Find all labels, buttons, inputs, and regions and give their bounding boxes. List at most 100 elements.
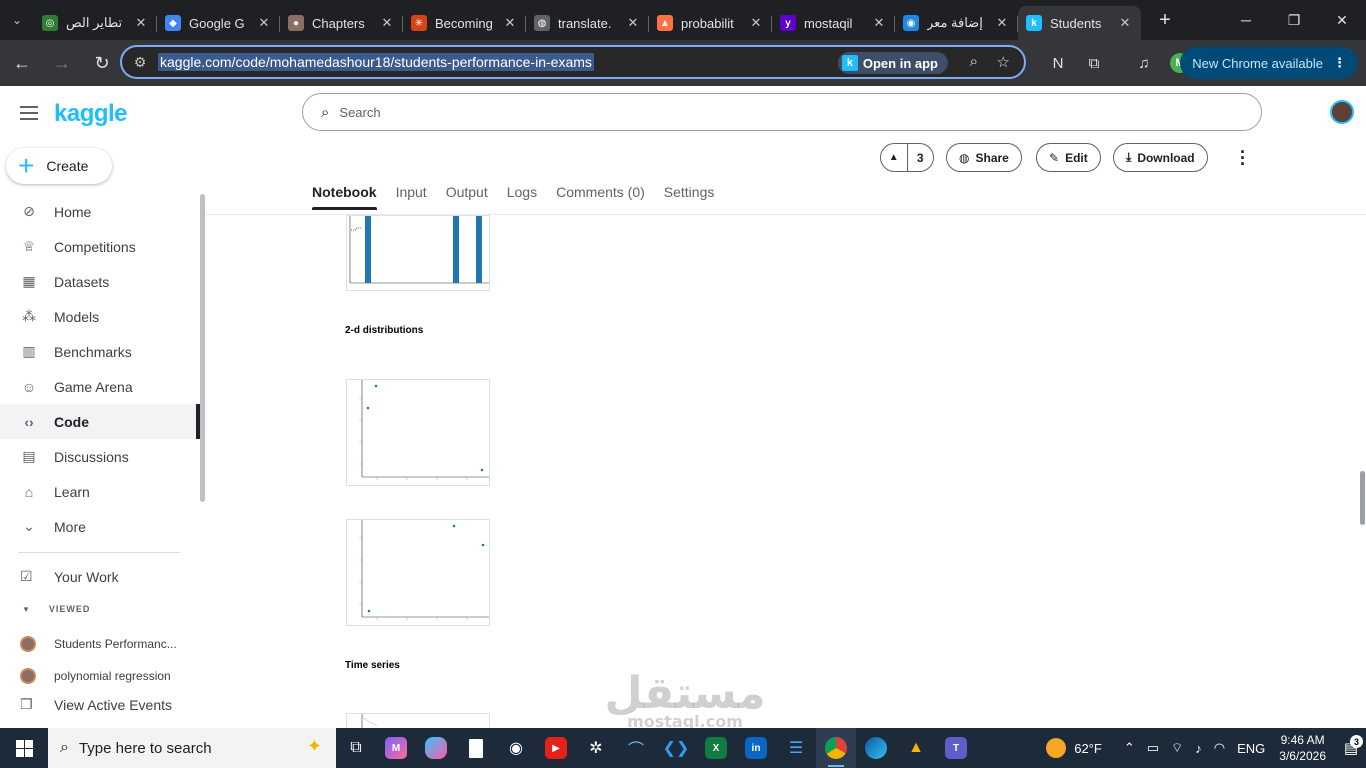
notion-extension-icon[interactable]: N: [1040, 45, 1076, 81]
file-icon[interactable]: [456, 728, 496, 768]
new-chrome-available-button[interactable]: New Chrome available ⋮: [1180, 47, 1358, 79]
more-options-icon[interactable]: · · ·: [1240, 143, 1246, 173]
tab-search-icon[interactable]: ⌄: [0, 0, 34, 40]
weather-widget[interactable]: 62°F: [1046, 738, 1102, 758]
wifi-icon[interactable]: ◠: [1214, 740, 1225, 756]
address-bar[interactable]: ⚙ kaggle.com/code/mohamedashour18/studen…: [120, 45, 1026, 79]
m365-app-icon[interactable]: M: [376, 728, 416, 768]
browser-tab[interactable]: ✳ Becoming ✕: [403, 6, 526, 40]
close-tab-icon[interactable]: ✕: [256, 15, 272, 31]
close-tab-icon[interactable]: ✕: [1117, 15, 1133, 31]
sidebar-item-models[interactable]: ⁂ Models: [0, 299, 200, 334]
download-button[interactable]: ⤓ Download: [1113, 143, 1208, 172]
notifications-icon[interactable]: ▤ 3: [1336, 728, 1366, 768]
reload-icon[interactable]: ↻: [84, 45, 120, 81]
close-tab-icon[interactable]: ✕: [625, 15, 641, 31]
wifi-app-icon[interactable]: ⌒: [616, 728, 656, 768]
minimize-icon[interactable]: ─: [1222, 0, 1270, 40]
network-icon[interactable]: ⌔: [1171, 740, 1183, 756]
media-control-icon[interactable]: ♫: [1126, 45, 1162, 81]
tab-output[interactable]: Output: [446, 184, 488, 210]
back-icon[interactable]: ←: [4, 45, 40, 81]
recent-item[interactable]: polynomial regression: [20, 668, 171, 684]
copilot-icon[interactable]: [416, 728, 456, 768]
events-icon: ❐: [20, 696, 33, 712]
tab-logs[interactable]: Logs: [507, 184, 537, 210]
tab-notebook[interactable]: Notebook: [312, 184, 377, 210]
sidebar-item-datasets[interactable]: ▦ Datasets: [0, 264, 200, 299]
browser-tab[interactable]: ● Chapters ✕: [280, 6, 403, 40]
url-text[interactable]: kaggle.com/code/mohamedashour18/students…: [158, 53, 594, 71]
close-tab-icon[interactable]: ✕: [502, 15, 518, 31]
recent-item[interactable]: Students Performanc...: [20, 636, 177, 652]
viewed-section-toggle[interactable]: ▼ VIEWED: [22, 604, 90, 614]
tab-favicon-icon: ◍: [534, 15, 550, 31]
azure-data-studio-icon[interactable]: ☰: [776, 728, 816, 768]
excel-icon[interactable]: X: [696, 728, 736, 768]
task-view-icon[interactable]: ⧉: [336, 728, 376, 768]
close-tab-icon[interactable]: ✕: [994, 15, 1010, 31]
browser-tab[interactable]: ◍ translate. ✕: [526, 6, 649, 40]
user-avatar[interactable]: [1330, 100, 1354, 124]
share-button[interactable]: ◍ Share: [946, 143, 1022, 172]
open-in-app-button[interactable]: k Open in app: [837, 52, 948, 74]
browser-tab[interactable]: ◎ تطاير الص ✕: [34, 6, 157, 40]
close-tab-icon[interactable]: ✕: [133, 15, 149, 31]
upvote-button[interactable]: ▲ 3: [880, 143, 934, 172]
page-scrollbar[interactable]: [1360, 471, 1365, 525]
new-tab-button[interactable]: +: [1151, 6, 1179, 34]
tab-input[interactable]: Input: [396, 184, 427, 210]
sidebar-item-competitions[interactable]: ♕ Competitions: [0, 229, 200, 264]
bookmark-star-icon[interactable]: ☆: [997, 53, 1010, 71]
chrome-taskbar-icon[interactable]: [816, 728, 856, 768]
extensions-puzzle-icon[interactable]: ⧉: [1076, 45, 1112, 81]
sidebar-item-benchmarks[interactable]: ▥ Benchmarks: [0, 334, 200, 369]
browser-tab[interactable]: y mostaqil ✕: [772, 6, 895, 40]
close-tab-icon[interactable]: ✕: [379, 15, 395, 31]
input-language[interactable]: ENG: [1237, 741, 1265, 756]
youtube-icon[interactable]: ▶: [536, 728, 576, 768]
sidebar-item-more[interactable]: ⌄ More: [0, 509, 200, 544]
forward-icon[interactable]: →: [44, 45, 80, 81]
close-tab-icon[interactable]: ✕: [748, 15, 764, 31]
tab-settings[interactable]: Settings: [664, 184, 715, 210]
chatgpt-icon[interactable]: ✲: [576, 728, 616, 768]
browser-tab[interactable]: ▲ probabilit ✕: [649, 6, 772, 40]
google-drive-icon[interactable]: ▲: [896, 728, 936, 768]
linkedin-icon[interactable]: in: [736, 728, 776, 768]
edit-button[interactable]: ✎ Edit: [1036, 143, 1101, 172]
teams-icon[interactable]: T: [936, 728, 976, 768]
upvote-arrow-icon[interactable]: ▲: [881, 144, 908, 171]
show-hidden-icons-chevron-icon[interactable]: ⌃: [1124, 740, 1135, 756]
sidebar-item-learn[interactable]: ⌂ Learn: [0, 474, 200, 509]
sidebar-item-game-arena[interactable]: ☺ Game Arena: [0, 369, 200, 404]
sidebar-item-code[interactable]: ‹› Code: [0, 404, 200, 439]
restore-icon[interactable]: ❐: [1270, 0, 1318, 40]
volume-icon[interactable]: ♪: [1195, 741, 1202, 756]
browser-tab[interactable]: ◆ Google G ✕: [157, 6, 280, 40]
your-work-link[interactable]: ☑ Your Work: [20, 568, 119, 585]
search-input[interactable]: ⌕ Search: [302, 93, 1262, 131]
windows-start-icon[interactable]: [0, 728, 48, 768]
sidebar-item-discussions[interactable]: ▤ Discussions: [0, 439, 200, 474]
chrome-menu-icon[interactable]: ⋮: [1333, 55, 1346, 71]
tab-comments[interactable]: Comments (0): [556, 184, 645, 210]
browser-tab[interactable]: k Students ✕: [1018, 6, 1141, 40]
browser-tab[interactable]: ◉ إضافة معر ✕: [895, 6, 1018, 40]
close-tab-icon[interactable]: ✕: [871, 15, 887, 31]
taskbar-search-input[interactable]: ⌕ Type here to search ✦: [48, 728, 336, 768]
close-window-icon[interactable]: ✕: [1318, 0, 1366, 40]
vscode-icon[interactable]: ❮❯: [656, 728, 696, 768]
hamburger-menu-icon[interactable]: [20, 106, 38, 120]
signal-app-icon[interactable]: ◉: [496, 728, 536, 768]
create-button[interactable]: + Create: [6, 148, 112, 184]
kaggle-logo[interactable]: kaggle: [54, 100, 128, 128]
edge-icon[interactable]: [856, 728, 896, 768]
battery-icon[interactable]: ▭: [1147, 740, 1159, 756]
view-active-events-link[interactable]: ❐ View Active Events: [20, 696, 172, 713]
clock[interactable]: 9:46 AM 3/6/2026: [1279, 732, 1326, 764]
zoom-search-icon[interactable]: ⌕: [970, 53, 978, 70]
sidebar-item-home[interactable]: ⊘ Home: [0, 194, 200, 229]
site-settings-icon[interactable]: ⚙: [122, 54, 158, 71]
sidebar-scrollbar[interactable]: [200, 194, 205, 502]
